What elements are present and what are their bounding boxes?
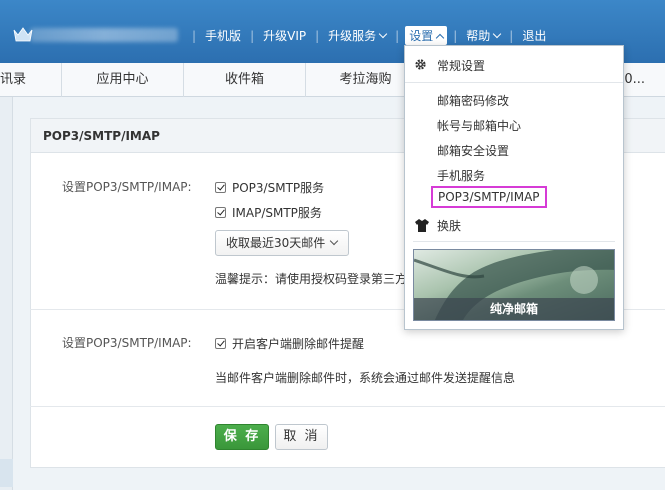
chevron-down-icon [330, 236, 339, 246]
checkbox-checked-icon [215, 338, 226, 349]
gear-icon [415, 59, 426, 70]
section1-label: 设置POP3/SMTP/IMAP: [62, 180, 192, 194]
top-nav: | 手机版 | 升级VIP | 升级服务 | 设置 | 帮助 | 退出 [186, 26, 549, 45]
nav-upgrade-service-label: 升级服务 [328, 29, 377, 43]
menu-item-pop3-smtp-imap[interactable]: POP3/SMTP/IMAP [431, 186, 547, 208]
chevron-up-icon [435, 33, 445, 43]
nav-mobile[interactable]: 手机版 [202, 27, 244, 44]
skin-caption: 纯净邮箱 [414, 298, 614, 320]
cancel-button[interactable]: 取 消 [275, 424, 328, 450]
nav-help-label: 帮助 [466, 29, 491, 43]
tab-inbox[interactable]: 收件箱 [184, 63, 306, 97]
checkbox-checked-icon [215, 207, 226, 218]
account-name-blurred [30, 28, 178, 42]
menu-item-password[interactable]: 邮箱密码修改 [437, 92, 509, 109]
checkbox-checked-icon [215, 182, 226, 193]
nav-help[interactable]: 帮助 [463, 27, 503, 44]
dropdown-divider [413, 241, 615, 242]
delete-alert-label: 开启客户端删除邮件提醒 [232, 337, 365, 351]
skin-preview-image[interactable]: 纯净邮箱 [413, 249, 615, 321]
receive-range-value: 收取最近30天邮件 [226, 236, 326, 250]
pop3-checkbox[interactable]: POP3/SMTP服务 [215, 179, 324, 196]
nav-separator: | [250, 28, 255, 43]
tab-contacts[interactable]: 讯录 [0, 63, 62, 97]
skin-label: 换肤 [437, 219, 462, 233]
nav-separator: | [453, 28, 458, 43]
left-sidebar-edge [0, 97, 13, 490]
receive-range-select[interactable]: 收取最近30天邮件 [215, 230, 349, 256]
shirt-icon [415, 219, 429, 232]
section2-label: 设置POP3/SMTP/IMAP: [62, 336, 192, 350]
sidebar-marker [0, 459, 13, 487]
nav-separator: | [395, 28, 400, 43]
chevron-down-icon [378, 29, 388, 39]
imap-checkbox[interactable]: IMAP/SMTP服务 [215, 204, 322, 221]
menu-item-skin[interactable]: 换肤 [415, 217, 461, 234]
delete-alert-checkbox[interactable]: 开启客户端删除邮件提醒 [215, 335, 364, 352]
chevron-down-icon [493, 29, 502, 39]
dropdown-general-row[interactable]: 常规设置 [405, 46, 623, 83]
nav-separator: | [509, 28, 514, 43]
menu-item-security[interactable]: 邮箱安全设置 [437, 142, 509, 159]
auth-code-hint: 温馨提示：请使用授权码登录第三方 [215, 272, 408, 286]
nav-logout[interactable]: 退出 [519, 27, 549, 44]
nav-settings[interactable]: 设置 [405, 26, 448, 45]
general-settings-label: 常规设置 [437, 59, 486, 73]
delete-alert-note: 当邮件客户端删除邮件时，系统会通过邮件发送提醒信息 [215, 371, 516, 385]
imap-label: IMAP/SMTP服务 [232, 206, 322, 220]
save-button[interactable]: 保 存 [215, 424, 269, 450]
nav-separator: | [315, 28, 320, 43]
nav-settings-label: 设置 [409, 29, 434, 43]
nav-upgrade-vip[interactable]: 升级VIP [260, 27, 309, 44]
pop3-label: POP3/SMTP服务 [232, 181, 325, 195]
tab-app-center[interactable]: 应用中心 [62, 63, 184, 97]
nav-separator: | [192, 28, 197, 43]
section-divider [30, 406, 665, 407]
settings-dropdown: 常规设置 邮箱密码修改 帐号与邮箱中心 邮箱安全设置 手机服务 POP3/SMT… [404, 45, 624, 330]
nav-upgrade-service[interactable]: 升级服务 [325, 27, 389, 44]
menu-item-mobile-service[interactable]: 手机服务 [437, 167, 485, 184]
menu-item-account-center[interactable]: 帐号与邮箱中心 [437, 117, 521, 134]
